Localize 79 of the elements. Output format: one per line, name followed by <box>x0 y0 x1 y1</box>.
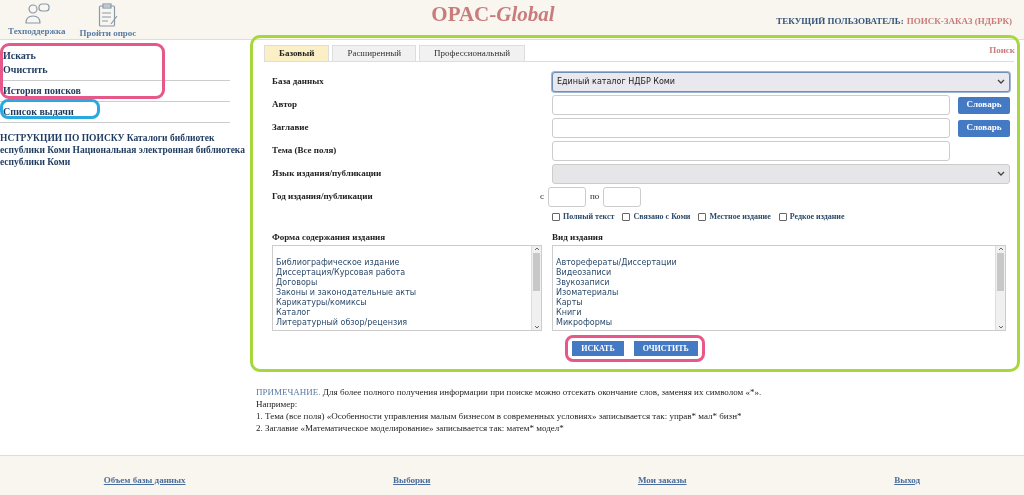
scroll-down-icon[interactable] <box>533 325 540 329</box>
clipboard-icon <box>97 3 118 27</box>
toolbar-button[interactable]: Пройти опрос <box>79 3 137 41</box>
list-label: Вид издания <box>552 231 604 244</box>
list-option[interactable]: Звукозаписи <box>556 278 995 288</box>
list-option[interactable]: Диссертация/Курсовая работа <box>276 268 531 278</box>
field-label: Год издания/публикации <box>272 190 373 204</box>
from-label: с <box>540 190 544 204</box>
tab[interactable]: Профессиональный <box>419 45 526 61</box>
list-option[interactable]: Законы и законодательные акты <box>276 288 531 298</box>
note-line: Например: <box>256 398 299 410</box>
note-line: 1. Тема (все поля) «Особенности управления малым бизнесом в современных условиях» записывается так: управ* мал* бизн* <box>256 410 743 422</box>
instructions-link[interactable]: еспублики Коми Национальная электронная библиотека <box>0 144 245 156</box>
instructions-link[interactable]: еспублики Коми <box>0 156 71 168</box>
chevron-down-icon <box>997 79 1005 85</box>
footer-link[interactable]: Выборки <box>393 473 431 488</box>
footer-link[interactable]: Мои заказы <box>638 473 687 488</box>
field-label: Язык издания/публикации <box>272 167 382 181</box>
scroll-up-icon[interactable] <box>997 247 1004 251</box>
footer-link[interactable]: Выход <box>894 473 921 488</box>
list-label: Форма содержания издания <box>272 231 387 244</box>
list-option[interactable]: Микроформы <box>556 318 995 328</box>
field-label: База данных <box>272 75 324 89</box>
list-option[interactable]: Каталог <box>276 308 531 318</box>
text-input[interactable] <box>552 95 950 115</box>
list-option[interactable]: Договоры <box>276 278 531 288</box>
list-option[interactable]: Библиографическое издание <box>276 258 531 268</box>
list-option[interactable]: Изоматериалы <box>556 288 995 298</box>
checkbox[interactable] <box>698 213 707 221</box>
dropdown-field[interactable]: Единый каталог НДБР Коми <box>552 72 1010 92</box>
checkbox-label: Местное издание <box>709 211 771 223</box>
field-label: Заглавие <box>272 121 309 135</box>
to-label: по <box>590 190 600 204</box>
dropdown-field[interactable] <box>552 164 1010 184</box>
list-option[interactable]: Карикатуры/комиксы <box>276 298 531 308</box>
list-option[interactable]: Литературный обзор/рецензия <box>276 318 531 328</box>
list-option[interactable]: Карты <box>556 298 995 308</box>
field-label: Автор <box>272 98 297 112</box>
list-option[interactable]: Видеозаписи <box>556 268 995 278</box>
scroll-down-icon[interactable] <box>997 325 1004 329</box>
note-text: ПРИМЕЧАНИЕ. Для более полного получения информации при поиске можно отсекать окончание слов, заменяя их символом «*». <box>256 386 763 398</box>
toolbar-button[interactable]: Техподдержка <box>8 3 66 41</box>
field-label: Тема (Все поля) <box>272 144 337 158</box>
year-to-input[interactable] <box>603 187 642 207</box>
checkbox[interactable] <box>778 213 787 221</box>
list-box[interactable]: Библиографическое издание Диссертация/Курсовая работа Договоры Законы и законодательные акты Карикатуры/комиксы Каталог Литературный обзор/рецензия <box>272 245 542 331</box>
checkbox[interactable] <box>622 213 631 221</box>
footer-link[interactable]: Объем базы данных <box>103 473 186 488</box>
user-label: ТЕКУЩИЙ ПОЛЬЗОВАТЕЛЬ: <box>776 15 904 28</box>
form-button[interactable]: ОЧИСТИТЬ <box>633 341 698 356</box>
list-box[interactable]: Авторефераты/Диссертации Видеозаписи Звукозаписи Изоматериалы Карты Книги Микроформы <box>552 245 1006 331</box>
sidebar-link[interactable]: Список выдачи <box>0 105 74 119</box>
sidebar-link[interactable]: Искать <box>0 49 36 63</box>
checkbox-label: Связано с Коми <box>633 211 691 223</box>
list-option[interactable]: Книги <box>556 308 995 318</box>
list-option[interactable]: Авторефераты/Диссертации <box>556 258 995 268</box>
site-title: OPAC-Global <box>431 4 555 25</box>
user-name: ПОИСК-ЗАКАЗ (НДБРК) <box>906 15 1012 28</box>
sidebar-link[interactable]: История поисков <box>0 84 81 98</box>
form-button[interactable]: ИСКАТЬ <box>572 341 624 356</box>
year-from-input[interactable] <box>548 187 586 207</box>
tab[interactable]: Расширенный <box>332 45 417 61</box>
chat-people-icon <box>23 3 50 25</box>
scrollbar[interactable] <box>531 246 541 330</box>
note-line: 2. Заглавие «Математическое моделирование» записывается так: матем* модел* <box>256 422 565 434</box>
checkbox-label: Полный текст <box>563 211 615 223</box>
search-label: Поиск <box>989 44 1015 57</box>
text-input[interactable] <box>552 118 950 138</box>
tab[interactable]: Базовый <box>264 45 330 61</box>
dictionary-button[interactable]: Словарь <box>958 119 1010 137</box>
scrollbar[interactable] <box>995 246 1005 330</box>
checkbox[interactable] <box>552 213 560 221</box>
dictionary-button[interactable]: Словарь <box>958 96 1010 114</box>
scroll-up-icon[interactable] <box>533 247 540 251</box>
instructions-link[interactable]: НСТРУКЦИИ ПО ПОИСКУ Каталоги библиотек <box>0 132 215 144</box>
sidebar-link[interactable]: Очистить <box>0 63 48 77</box>
checkbox-label: Редкое издание <box>789 211 845 223</box>
text-input[interactable] <box>552 141 950 161</box>
chevron-down-icon <box>997 171 1005 177</box>
